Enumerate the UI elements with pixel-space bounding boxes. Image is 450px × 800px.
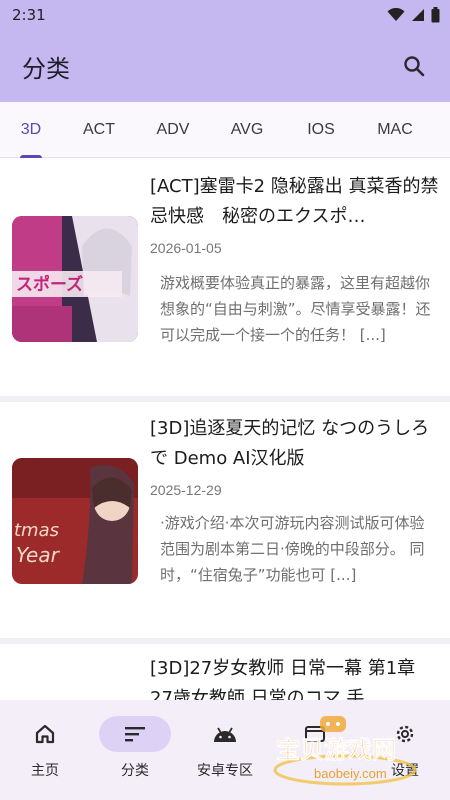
tab-avg[interactable]: AVG [210, 102, 284, 158]
article-title[interactable]: [ACT]塞雷卡2 隐秘露出 真菜香的禁忌快感 秘密のエクスポ… [150, 172, 440, 232]
tab-label: IOS [307, 120, 335, 138]
battery-icon [431, 7, 440, 23]
search-icon [404, 56, 425, 77]
nav-item-android[interactable]: 安卓专区 [180, 700, 270, 800]
article-title[interactable]: [3D]追逐夏天的记忆 なつのうしろで Demo AI汉化版 [150, 414, 440, 474]
tab-label: 3D [20, 120, 42, 138]
svg-text:baobeiy.com: baobeiy.com [314, 766, 387, 781]
status-time: 2:31 [12, 6, 46, 24]
tab-3d[interactable]: 3D [0, 102, 62, 158]
tab-label: ADV [156, 120, 190, 138]
page-title: 分类 [22, 54, 70, 83]
nav-label: 分类 [121, 763, 149, 779]
home-icon [35, 724, 55, 744]
article-card[interactable]: tmas Year [3D]追逐夏天的记忆 なつのうしろで Demo AI汉化版… [0, 402, 450, 638]
article-card[interactable]: スポーズ [ACT]塞雷卡2 隐秘露出 真菜香的禁忌快感 秘密のエクスポ… 20… [0, 160, 450, 396]
wifi-icon [387, 8, 405, 21]
nav-item-category[interactable]: 分类 [90, 700, 180, 800]
tab-mac[interactable]: MAC [358, 102, 432, 158]
tab-label: AVG [230, 120, 264, 138]
article-card[interactable]: [3D]27岁女教师 日常一幕 第1章 27歳女教師 日常のコマ 手… [0, 644, 450, 700]
thumbnail-caption: tmas [14, 520, 59, 541]
article-thumbnail[interactable]: スポーズ [12, 216, 138, 342]
svg-text:宝贝游戏网: 宝贝游戏网 [276, 736, 396, 764]
nav-label: 主页 [31, 763, 59, 779]
search-button[interactable] [394, 46, 434, 86]
article-title[interactable]: [3D]27岁女教师 日常一幕 第1章 27歳女教師 日常のコマ 手… [150, 654, 440, 700]
tab-adv[interactable]: ADV [136, 102, 210, 158]
android-icon [214, 727, 236, 742]
article-date: 2026-01-05 [150, 240, 222, 256]
thumbnail-caption: Year [16, 543, 61, 567]
signal-icon [412, 9, 424, 21]
status-icons [387, 7, 440, 23]
article-description: ·游戏介绍·本次可游玩内容测试版可体验范围为剧本第二日·傍晚的中段部分。 同时，… [160, 514, 425, 584]
nav-label: 安卓专区 [197, 763, 253, 779]
tab-indicator [20, 154, 42, 158]
tab-label: MAC [377, 120, 413, 138]
sort-icon [125, 727, 145, 742]
tab-label: ACT [83, 120, 115, 138]
status-bar: 2:31 [0, 0, 450, 30]
article-date: 2025-12-29 [150, 482, 222, 498]
nav-pill [9, 716, 81, 752]
tab-act[interactable]: ACT [62, 102, 136, 158]
tab-ios[interactable]: IOS [284, 102, 358, 158]
nav-item-home[interactable]: 主页 [0, 700, 90, 800]
category-tabs: 3D ACT ADV AVG IOS MAC [0, 102, 450, 158]
article-description: 游戏概要体验真正的暴露，这里有超越你想象的“自由与刺激”。尽情享受暴露！还可以完… [160, 274, 431, 344]
app-bar: 分类 [0, 30, 450, 102]
watermark-logo: 宝贝游戏网 baobeiy.com [270, 712, 420, 788]
article-feed[interactable]: スポーズ [ACT]塞雷卡2 隐秘露出 真菜香的禁忌快感 秘密のエクスポ… 20… [0, 160, 450, 700]
thumbnail-caption: スポーズ [16, 274, 83, 295]
nav-pill [99, 716, 171, 752]
nav-pill [189, 716, 261, 752]
article-thumbnail[interactable]: tmas Year [12, 458, 138, 584]
